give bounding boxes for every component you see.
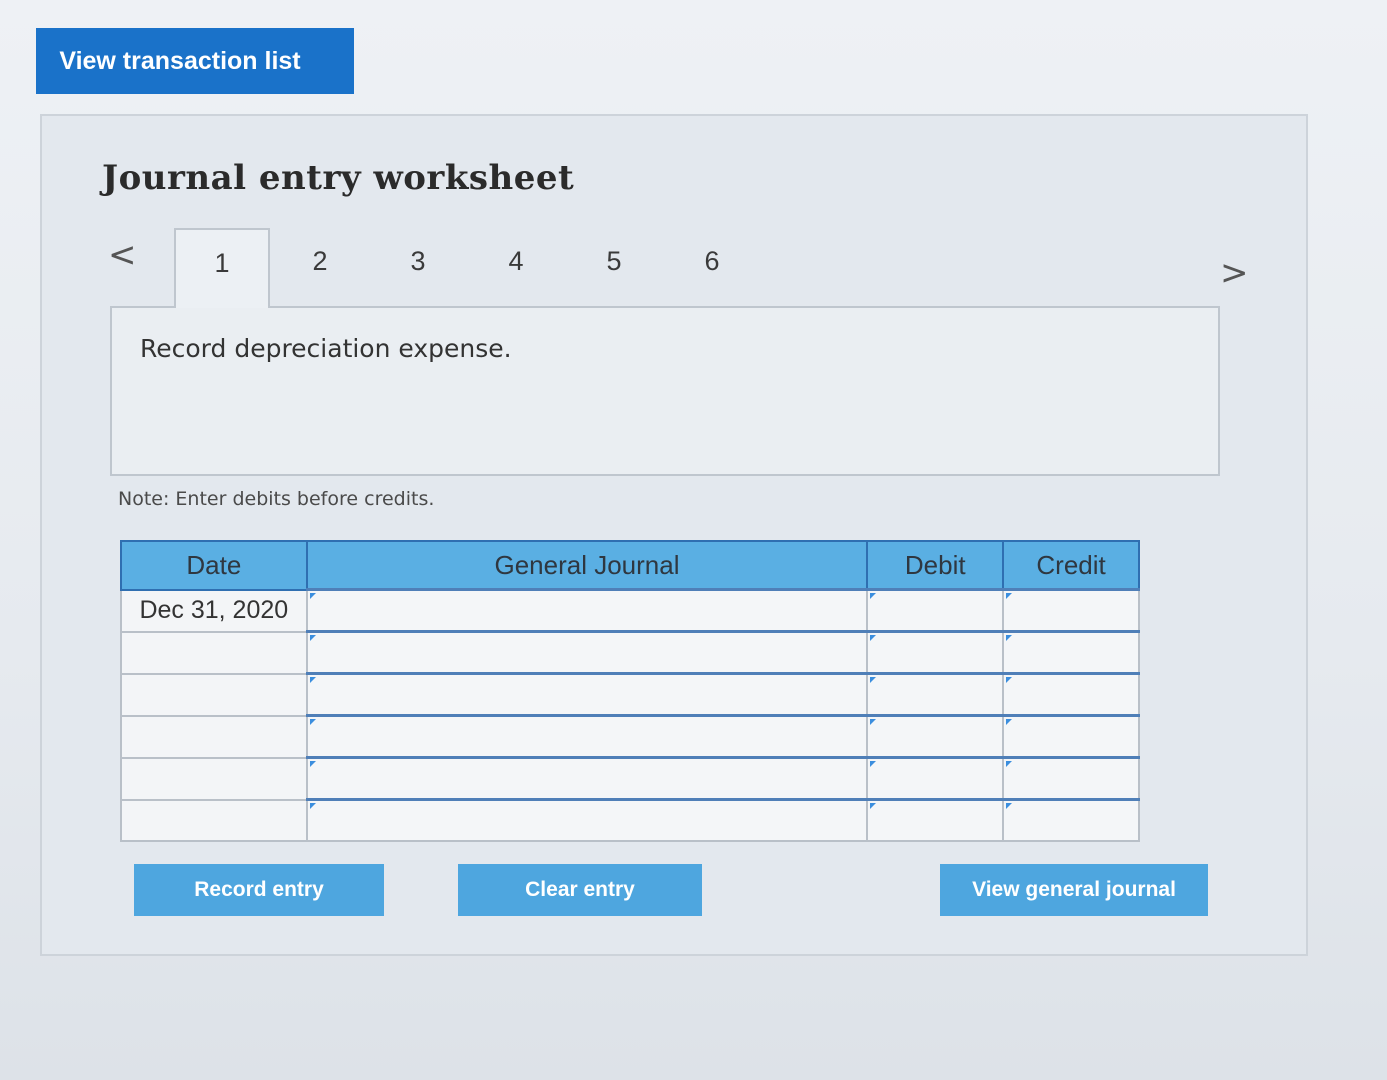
date-cell: Dec 31, 2020: [120, 588, 308, 633]
tab-5[interactable]: 5: [566, 228, 662, 308]
date-cell: [120, 798, 308, 842]
worksheet-title: Journal entry worksheet: [102, 158, 575, 198]
credit-input[interactable]: [1002, 588, 1140, 633]
table-row: Dec 31, 2020: [120, 588, 1140, 633]
header-debit: Debit: [866, 540, 1005, 591]
chevron-left-icon[interactable]: <: [108, 238, 137, 272]
account-input[interactable]: [305, 714, 869, 759]
credit-input[interactable]: [1002, 630, 1140, 675]
task-description: Record depreciation expense.: [140, 334, 512, 363]
clear-entry-button[interactable]: Clear entry: [458, 864, 702, 916]
task-description-box: Record depreciation expense.: [110, 306, 1220, 476]
debit-input[interactable]: [866, 630, 1005, 675]
chevron-right-icon[interactable]: >: [1220, 256, 1249, 290]
tab-4[interactable]: 4: [468, 228, 564, 308]
date-cell: [120, 756, 308, 801]
table-row: [120, 756, 1140, 801]
account-input[interactable]: [305, 672, 869, 717]
tab-6[interactable]: 6: [664, 228, 760, 308]
debit-input[interactable]: [866, 756, 1005, 801]
table-row: [120, 630, 1140, 675]
debit-input[interactable]: [866, 672, 1005, 717]
date-cell: [120, 672, 308, 717]
account-input[interactable]: [305, 588, 869, 633]
credit-input[interactable]: [1002, 672, 1140, 717]
tab-2[interactable]: 2: [272, 228, 368, 308]
date-cell: [120, 714, 308, 759]
credit-input[interactable]: [1002, 756, 1140, 801]
table-row: [120, 798, 1140, 842]
view-general-journal-button[interactable]: View general journal: [940, 864, 1208, 916]
debit-input[interactable]: [866, 798, 1005, 842]
table-header-row: Date General Journal Debit Credit: [120, 540, 1140, 591]
record-entry-button[interactable]: Record entry: [134, 864, 384, 916]
header-date: Date: [120, 540, 308, 591]
table-row: [120, 714, 1140, 759]
view-transaction-list-button[interactable]: View transaction list: [36, 28, 354, 94]
journal-worksheet-panel: Journal entry worksheet < 1 2 3 4 5 6 > …: [40, 114, 1308, 956]
journal-table: Date General Journal Debit Credit Dec 31…: [120, 540, 1140, 842]
table-row: [120, 672, 1140, 717]
account-input[interactable]: [305, 798, 869, 842]
note-text: Note: Enter debits before credits.: [118, 488, 435, 510]
date-cell: [120, 630, 308, 675]
tab-1[interactable]: 1: [174, 228, 270, 308]
credit-input[interactable]: [1002, 714, 1140, 759]
header-general-journal: General Journal: [305, 540, 869, 591]
tab-3[interactable]: 3: [370, 228, 466, 308]
credit-input[interactable]: [1002, 798, 1140, 842]
account-input[interactable]: [305, 756, 869, 801]
debit-input[interactable]: [866, 588, 1005, 633]
account-input[interactable]: [305, 630, 869, 675]
header-credit: Credit: [1002, 540, 1140, 591]
debit-input[interactable]: [866, 714, 1005, 759]
